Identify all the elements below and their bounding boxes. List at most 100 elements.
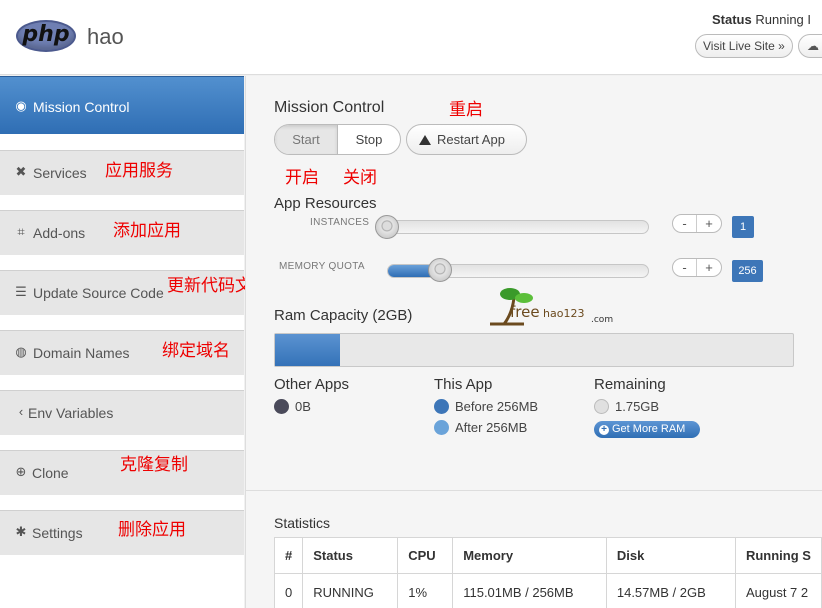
remaining-title: Remaining <box>594 376 666 393</box>
sidebar-item-label: Domain Names <box>33 345 130 361</box>
sidebar-item-mission-control[interactable]: ◉ Mission Control <box>0 76 244 135</box>
table-cell: 14.57MB / 2GB <box>605 573 736 608</box>
ram-used-fill <box>275 334 340 366</box>
annotation-stop: 关闭 <box>343 168 377 188</box>
app-header: php hao Status Running I Visit Live Site… <box>0 0 822 75</box>
table-cell: 0 <box>273 573 304 608</box>
watermark-text-free: free <box>510 303 540 321</box>
annotation-domain-names: 绑定域名 <box>162 341 230 361</box>
section-divider <box>245 490 822 491</box>
restart-app-button[interactable]: Restart App <box>406 124 527 155</box>
this-app-title: This App <box>434 376 493 393</box>
before-legend: Before 256MB <box>434 399 538 414</box>
app-name: hao <box>87 24 124 49</box>
annotation-services: 应用服务 <box>105 161 173 181</box>
php-logo: php <box>16 20 76 52</box>
instances-value-badge: 1 <box>732 216 754 238</box>
sidebar-item-label: Settings <box>32 525 83 541</box>
start-button[interactable]: Start <box>275 125 338 154</box>
instances-label: INSTANCES <box>310 217 370 228</box>
after-legend: After 256MB <box>434 420 527 435</box>
after-dot <box>434 420 449 435</box>
watermark-text-hao: hao123 <box>543 307 584 320</box>
sidebar-item-env-variables[interactable]: ‹ Env Variables <box>0 390 244 436</box>
instances-increase-button[interactable]: + <box>697 215 721 232</box>
warning-icon <box>419 135 431 145</box>
table-cell: 1% <box>397 573 454 608</box>
instances-slider-track[interactable] <box>379 220 649 234</box>
chevron-left-icon: ‹ <box>18 404 24 419</box>
dashboard-icon: ◉ <box>15 98 27 113</box>
get-more-ram-button[interactable]: + Get More RAM <box>594 421 700 438</box>
statistics-title: Statistics <box>274 515 331 531</box>
globe-icon: ◍ <box>15 344 27 359</box>
column-header: Status <box>302 537 399 574</box>
instances-slider-handle[interactable] <box>375 215 399 239</box>
freehao123-watermark-logo: free hao123 .com <box>490 288 613 326</box>
get-more-ram-label: Get More RAM <box>612 423 686 435</box>
annotation-settings: 删除应用 <box>118 520 186 540</box>
other-apps-dot <box>274 399 289 414</box>
gear-icon: ✱ <box>15 524 27 539</box>
table-row: 0 RUNNING 1% 115.01MB / 256MB 14.57MB / 2GB A… <box>273 573 822 608</box>
before-value: Before 256MB <box>455 399 539 414</box>
sidebar-item-label: Env Variables <box>28 405 114 421</box>
cloud-download-button[interactable]: ☁ <box>798 34 822 58</box>
instances-decrease-button[interactable]: - <box>673 215 697 232</box>
annotation-restart: 重启 <box>449 100 483 120</box>
ram-capacity-bar <box>274 333 794 367</box>
other-apps-value: 0B <box>295 399 311 414</box>
memory-quota-label: MEMORY QUOTA <box>279 261 365 272</box>
column-header: # <box>273 537 304 574</box>
sidebar-item-label: Update Source Code <box>33 285 164 301</box>
visit-live-site-button[interactable]: Visit Live Site » <box>695 34 793 58</box>
memory-stepper: - + <box>672 258 722 277</box>
mission-control-title: Mission Control <box>274 99 385 116</box>
instances-stepper: - + <box>672 214 722 233</box>
annotation-clone: 克隆复制 <box>120 455 188 475</box>
memory-value-badge: 256 <box>732 260 763 282</box>
double-chevron-right-icon: » <box>778 39 785 53</box>
remaining-dot <box>594 399 609 414</box>
sidebar-item-label: Services <box>33 165 87 181</box>
statistics-body: 0 RUNNING 1% 115.01MB / 256MB 14.57MB / 2GB A… <box>273 573 822 608</box>
table-cell: 115.01MB / 256MB <box>452 573 607 608</box>
status-label: Status <box>712 12 752 27</box>
memory-slider-track[interactable] <box>387 264 649 278</box>
other-apps-legend: 0B <box>274 399 311 414</box>
ram-capacity-title: Ram Capacity (2GB) <box>274 307 413 324</box>
annotation-start: 开启 <box>285 168 319 188</box>
annotation-addons: 添加应用 <box>113 221 181 241</box>
table-cell: August 7 2 <box>734 573 822 608</box>
remaining-legend: 1.75GB <box>594 399 659 414</box>
remaining-value: 1.75GB <box>615 399 660 414</box>
status-value: Running I <box>755 12 812 27</box>
watermark-text-com: .com <box>591 315 613 325</box>
app-resources-title: App Resources <box>274 195 377 212</box>
visit-live-site-label: Visit Live Site <box>703 39 775 53</box>
restart-app-label: Restart App <box>437 132 505 147</box>
app-status: Status Running I <box>712 12 811 27</box>
list-icon: ☰ <box>15 284 27 299</box>
memory-slider-handle[interactable] <box>428 258 452 282</box>
plus-circle-icon: + <box>599 425 609 435</box>
memory-decrease-button[interactable]: - <box>673 259 697 276</box>
column-header: Running S <box>734 537 822 574</box>
cloud-icon: ☁ <box>807 39 819 53</box>
column-header: CPU <box>397 537 454 574</box>
puzzle-icon: ⌗ <box>17 224 25 239</box>
before-dot <box>434 399 449 414</box>
column-header: Disk <box>605 537 736 574</box>
table-cell: RUNNING <box>302 573 399 608</box>
start-stop-toggle: Start Stop <box>274 124 401 155</box>
other-apps-title: Other Apps <box>274 376 350 393</box>
memory-increase-button[interactable]: + <box>697 259 721 276</box>
plus-circle-icon: ⊕ <box>15 464 27 479</box>
statistics-table: # Status CPU Memory Disk Running S 0 RUNNING 1%… <box>273 537 822 608</box>
tools-icon: ✖ <box>15 164 27 179</box>
sidebar-item-label: Clone <box>32 465 69 481</box>
stop-button[interactable]: Stop <box>338 125 400 154</box>
statistics-header-row: # Status CPU Memory Disk Running S <box>273 537 822 574</box>
column-header: Memory <box>452 537 607 574</box>
after-value: After 256MB <box>455 420 528 435</box>
